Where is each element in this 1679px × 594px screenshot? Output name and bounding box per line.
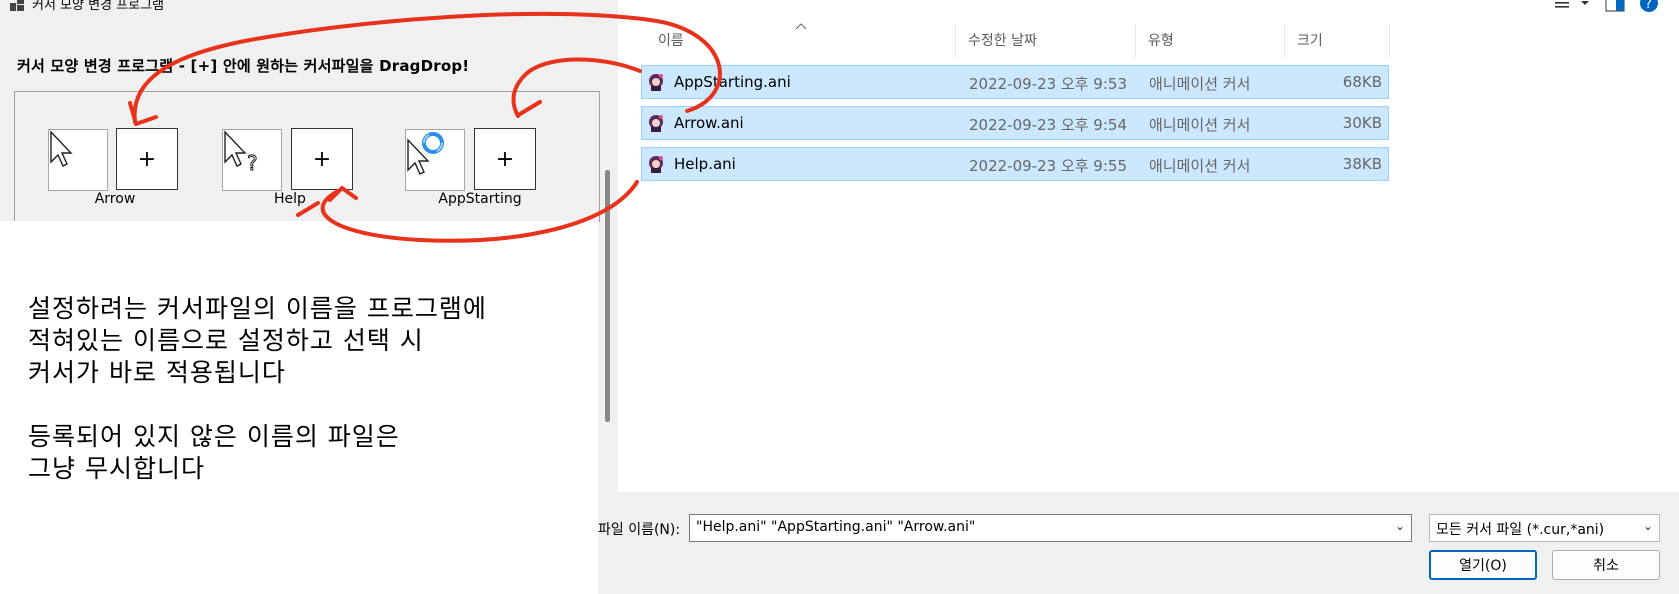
column-divider[interactable]	[1135, 24, 1136, 58]
preview-pane-icon[interactable]	[1605, 0, 1625, 16]
appstarting-label: AppStarting	[438, 191, 522, 207]
explanation-note: 설정하려는 커서파일의 이름을 프로그램에 적혀있는 이름으로 설정하고 선택 …	[0, 221, 598, 594]
file-name: Arrow.ani	[674, 114, 744, 132]
arrow-cursor-icon	[50, 130, 73, 167]
file-size: 68KB	[1342, 73, 1382, 91]
column-header-date[interactable]: 수정한 날짜	[968, 30, 1037, 50]
file-type-filter[interactable]: 모든 커서 파일 (*.cur,*ani) ⌄	[1429, 514, 1660, 542]
file-name: AppStarting.ani	[674, 73, 791, 91]
file-name: Help.ani	[674, 155, 736, 173]
help-preview: ?	[222, 129, 282, 191]
appstarting-preview	[405, 129, 465, 191]
note-line: 설정하려는 커서파일의 이름을 프로그램에	[28, 294, 487, 323]
file-size: 30KB	[1342, 114, 1382, 132]
svg-text:?: ?	[1645, 0, 1652, 12]
file-row[interactable]: Arrow.ani 2022-09-23 오후 9:54 애니메이션 커서 30…	[641, 106, 1389, 140]
file-type: 애니메이션 커서	[1149, 75, 1251, 93]
note-line: 커서가 바로 적용됩니다	[28, 358, 286, 387]
column-header-name[interactable]: 이름	[658, 30, 684, 50]
app-icon	[10, 0, 24, 11]
vertical-scrollbar[interactable]	[605, 170, 610, 422]
chevron-down-icon[interactable]: ⌄	[1643, 519, 1653, 533]
file-date: 2022-09-23 오후 9:53	[969, 75, 1127, 93]
column-header-type[interactable]: 유형	[1148, 30, 1174, 50]
file-date: 2022-09-23 오후 9:55	[969, 157, 1127, 175]
file-row[interactable]: AppStarting.ani 2022-09-23 오후 9:53 애니메이션…	[641, 65, 1389, 99]
cursor-slot-panel: + Arrow ? + Help + AppStarting	[14, 91, 600, 222]
filename-label: 파일 이름(N):	[598, 522, 681, 538]
ani-file-icon	[646, 72, 666, 92]
help-label: Help	[274, 191, 306, 207]
column-header-size[interactable]: 크기	[1297, 30, 1323, 50]
ani-file-icon	[646, 154, 666, 174]
arrow-label: Arrow	[94, 191, 136, 207]
column-divider[interactable]	[955, 24, 956, 58]
help-icon[interactable]: ?	[1639, 0, 1659, 17]
note-line: 등록되어 있지 않은 이름의 파일은	[28, 422, 400, 451]
filter-value: 모든 커서 파일 (*.cur,*ani)	[1436, 522, 1605, 538]
arrow-preview	[48, 129, 108, 191]
chevron-down-icon[interactable]: ⌄	[1395, 519, 1405, 533]
cancel-button[interactable]: 취소	[1552, 550, 1660, 580]
file-date: 2022-09-23 오후 9:54	[969, 116, 1127, 134]
appstarting-drop-target[interactable]: +	[474, 128, 536, 190]
instruction-text: 커서 모양 변경 프로그램 - [+] 안에 원하는 커서파일을 DragDro…	[17, 57, 470, 75]
arrow-drop-target[interactable]: +	[116, 128, 178, 190]
view-menu-icon[interactable]	[1555, 0, 1591, 15]
column-divider[interactable]	[1284, 24, 1285, 58]
window-title: 커서 모양 변경 프로그램	[10, 0, 164, 13]
appstarting-cursor-icon	[407, 132, 444, 175]
window-title-text: 커서 모양 변경 프로그램	[32, 0, 164, 13]
file-size: 38KB	[1342, 155, 1382, 173]
help-drop-target[interactable]: +	[291, 128, 353, 190]
filename-input[interactable]: "Help.ani" "AppStarting.ani" "Arrow.ani"…	[689, 514, 1412, 542]
column-divider[interactable]	[1389, 24, 1390, 58]
file-type: 애니메이션 커서	[1149, 116, 1251, 134]
note-line: 그냥 무시합니다	[28, 454, 205, 483]
dialog-toolbar: ?	[1555, 0, 1679, 16]
ani-file-icon	[646, 113, 666, 133]
help-cursor-icon: ?	[224, 130, 258, 176]
note-line: 적혀있는 이름으로 설정하고 선택 시	[28, 326, 424, 355]
svg-text:?: ?	[247, 151, 258, 175]
file-type: 애니메이션 커서	[1149, 157, 1251, 175]
file-row[interactable]: Help.ani 2022-09-23 오후 9:55 애니메이션 커서 38K…	[641, 147, 1389, 181]
sort-ascending-icon	[795, 23, 807, 30]
open-button[interactable]: 열기(O)	[1429, 550, 1537, 580]
filename-value: "Help.ani" "AppStarting.ani" "Arrow.ani"	[696, 519, 976, 535]
